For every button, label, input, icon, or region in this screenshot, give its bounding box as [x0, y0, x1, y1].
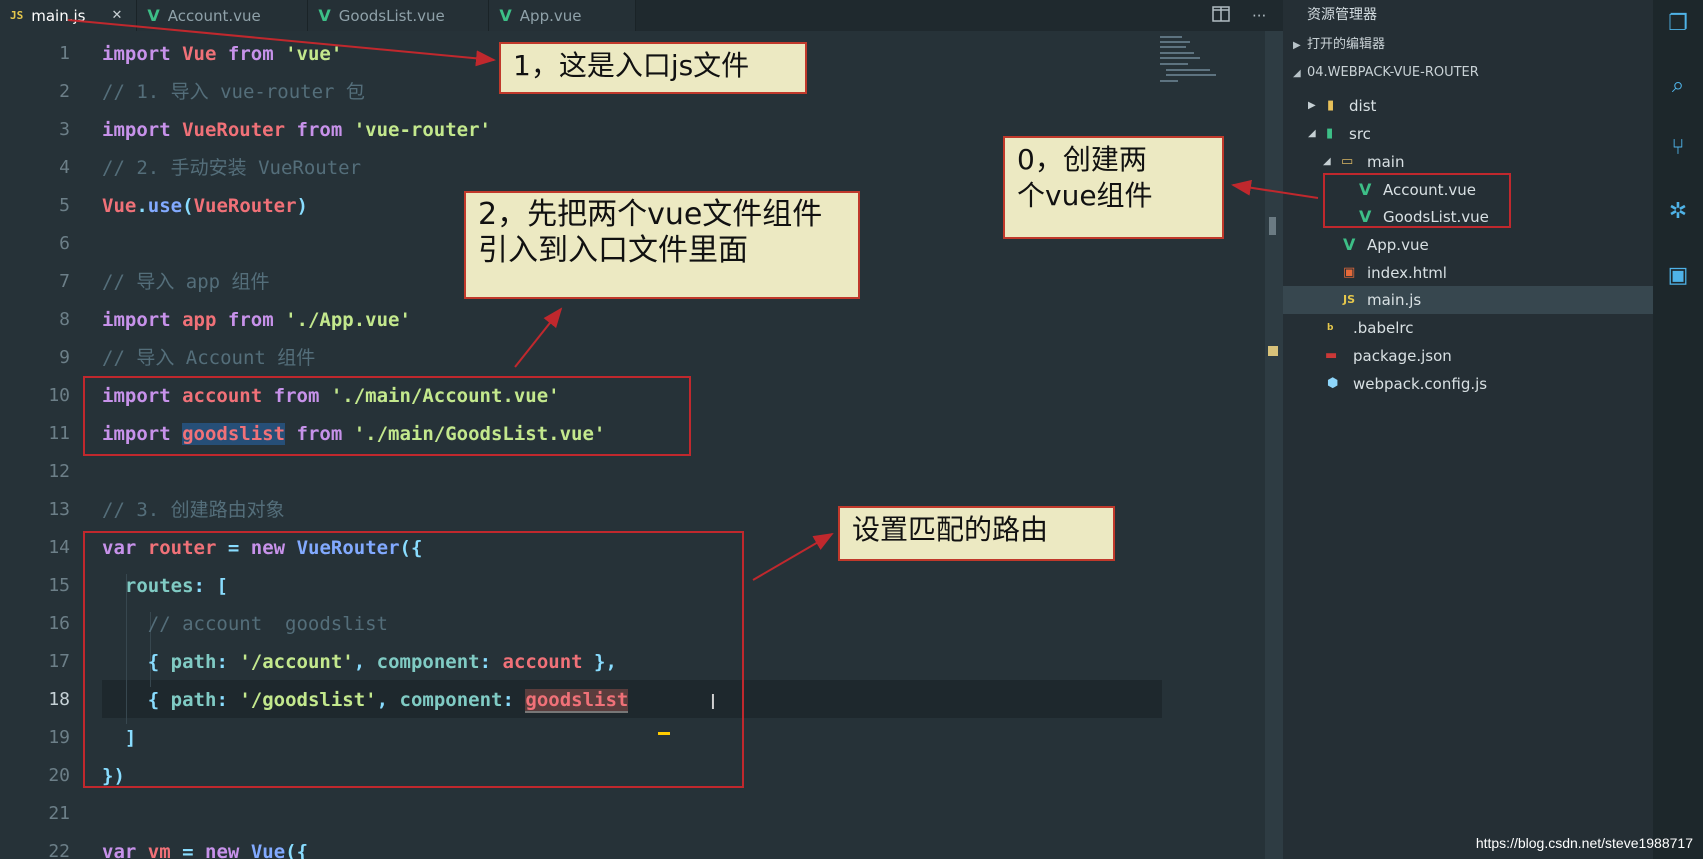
minimap[interactable] — [1160, 36, 1230, 96]
tree-item-index-html[interactable]: ▣ index.html — [1283, 259, 1653, 287]
html5-icon: ▣ — [1343, 265, 1356, 280]
vue-file-icon: V — [1343, 235, 1356, 254]
webpack-icon: ⬢ — [1327, 376, 1339, 391]
tree-item-dist[interactable]: ▶ ▮ dist — [1283, 92, 1653, 120]
project-section[interactable]: ◢ 04.WEBPACK-VUE-ROUTER — [1283, 59, 1653, 87]
chevron-down-icon: ◢ — [1308, 128, 1316, 139]
editor-actions: ··· — [1200, 0, 1283, 31]
code-line[interactable]: 9 // 导入 Account 组件 — [0, 339, 1265, 377]
babel-icon: b — [1327, 323, 1334, 333]
tab-app-vue[interactable]: V App.vue — [489, 0, 637, 31]
tree-item-webpack-config[interactable]: ⬢ webpack.config.js — [1283, 370, 1653, 398]
tab-goodslist-vue[interactable]: V GoodsList.vue — [308, 0, 490, 31]
callout-entry-file: 1，这是入口js文件 — [499, 42, 807, 94]
debug-icon[interactable]: ✲ — [1664, 198, 1692, 226]
callout-set-routes: 设置匹配的路由 — [838, 506, 1115, 561]
extensions-icon[interactable]: ▣ — [1664, 262, 1692, 290]
npm-icon: ▬ — [1325, 348, 1338, 363]
tree-item-babelrc[interactable]: b .babelrc — [1283, 314, 1653, 342]
code-line[interactable]: 22 var vm = new Vue({ — [0, 833, 1265, 859]
routes-highlight — [83, 531, 744, 788]
scroll-position-marker — [1269, 217, 1276, 235]
tab-label: main.js — [31, 6, 86, 25]
chevron-right-icon: ▶ — [1308, 100, 1316, 111]
chevron-down-icon: ◢ — [1293, 68, 1301, 79]
watermark-url: https://blog.csdn.net/steve1988717 — [1475, 835, 1693, 851]
tree-item-main-js[interactable]: JS main.js — [1283, 286, 1653, 314]
folder-icon: ▮ — [1327, 98, 1335, 113]
editor-scrollbar[interactable] — [1265, 31, 1283, 859]
close-icon[interactable]: ✕ — [111, 8, 122, 23]
tab-label: Account.vue — [167, 6, 261, 25]
editor-tab-bar: JS main.js ✕ V Account.vue V GoodsList.v… — [0, 0, 1283, 31]
vue-components-highlight — [1323, 173, 1511, 228]
tab-main-js[interactable]: JS main.js ✕ — [0, 0, 138, 31]
js-file-icon: JS — [1343, 293, 1356, 306]
source-control-icon[interactable]: ⑂ — [1664, 134, 1692, 162]
code-line[interactable]: 12 — [0, 453, 1265, 491]
js-file-icon: JS — [10, 9, 24, 22]
code-line[interactable]: 8 import app from './App.vue' — [0, 301, 1265, 339]
tree-item-src[interactable]: ◢ ▮ src — [1283, 120, 1653, 148]
more-actions-icon[interactable]: ··· — [1252, 7, 1266, 25]
tree-item-main-folder[interactable]: ◢ ▭ main — [1283, 148, 1653, 176]
tab-label: GoodsList.vue — [338, 6, 445, 25]
tree-item-app-vue[interactable]: V App.vue — [1283, 231, 1653, 259]
open-editors-section[interactable]: ▶ 打开的编辑器 — [1283, 31, 1653, 59]
files-icon[interactable]: ❐ — [1664, 10, 1692, 38]
search-icon[interactable]: ⌕ — [1664, 72, 1692, 100]
activity-bar: ❐ ⌕ ⑂ ✲ ▣ — [1653, 0, 1703, 859]
callout-create-components: 0，创建两 个vue组件 — [1003, 136, 1224, 239]
tree-item-package-json[interactable]: ▬ package.json — [1283, 342, 1653, 370]
chevron-right-icon: ▶ — [1293, 40, 1301, 51]
import-components-highlight — [83, 376, 691, 456]
tab-account-vue[interactable]: V Account.vue — [137, 0, 309, 31]
cursor-position-marker — [1268, 346, 1278, 356]
chevron-down-icon: ◢ — [1323, 156, 1331, 167]
vue-file-icon: V — [318, 6, 331, 25]
code-line[interactable]: 21 — [0, 795, 1265, 833]
split-editor-icon[interactable] — [1212, 5, 1230, 26]
src-folder-icon: ▮ — [1326, 126, 1334, 141]
explorer-title: 资源管理器 — [1307, 7, 1377, 23]
explorer-panel: 资源管理器 ▶ 打开的编辑器 ◢ 04.WEBPACK-VUE-ROUTER ▶ ▮… — [1283, 0, 1653, 859]
vue-file-icon: V — [499, 6, 512, 25]
callout-import-components: 2，先把两个vue文件组件 引入到入口文件里面 — [464, 191, 860, 299]
tab-label: App.vue — [519, 6, 582, 25]
folder-open-icon: ▭ — [1341, 154, 1354, 169]
vue-file-icon: V — [147, 6, 160, 25]
